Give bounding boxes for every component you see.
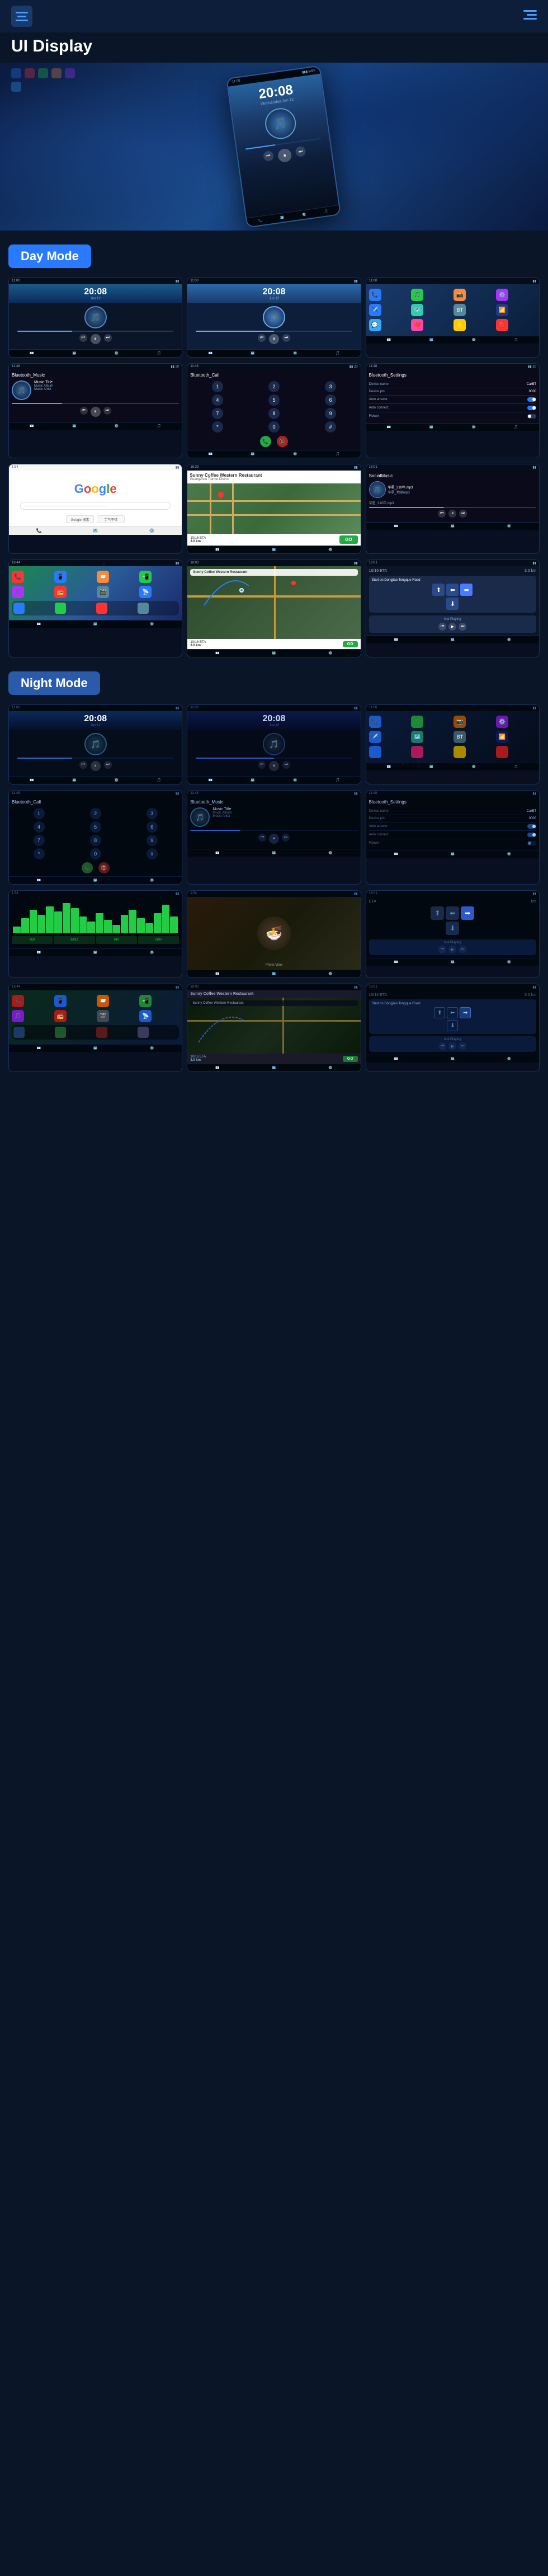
night-nav-map-card: 18:03▮▮ Sunny Coffee Western Restaurant … xyxy=(187,984,361,1072)
hero-section: 11:00▮▮▮ WiFi 20:08 Wednesday Jun 12 🎵 ⏮… xyxy=(0,63,548,231)
day-nav-route-card: 18:03▮▮ Sunny Coffee Western Restaurant … xyxy=(187,560,361,657)
night-bt-settings-card: 11:48▮▮ Bluetooth_Settings Device name C… xyxy=(366,790,540,885)
night-nav-arrows-card: 18:01▮▮ ETAkm ⬆ ⬅ ➡ ⬇ Not Playing ⏮ xyxy=(366,890,540,978)
night-row-3: 1:54▮▮ xyxy=(0,890,548,984)
day-appgrid-card: 11:00▮▮ 📞 🎵 📷 ⚙️ ✈️ 🗺️ BT 📶 💬 ❤️ ⭐ 🔴 xyxy=(366,278,540,358)
night-eq-card: 1:54▮▮ xyxy=(8,890,182,978)
header-logo-area xyxy=(11,6,32,27)
hamburger-menu[interactable] xyxy=(11,6,32,27)
night-bt-music-card: 11:48▮▮ Bluetooth_Music 🎵 Music Title Mu… xyxy=(187,790,361,885)
social-music-card: 18:01▮▮ SocialMusic 🎵 华星_310年.mp3 华星_地球m… xyxy=(366,464,540,554)
night-music-2-card: 11:00▮▮ 20:08 Jun 12 🎵 ⏮ ⏸ ⏭ 📧🗺️⚙️🎵 xyxy=(187,704,361,784)
page-title-text: UI Display xyxy=(11,37,92,55)
night-route-card: 18:01▮▮ 10/16 ETA3.0 km Start on Dongjia… xyxy=(366,984,540,1072)
day-row-4: 18:44▮▮ 📞 📱 📨 📲 🎵 📻 🎬 📡 xyxy=(0,560,548,663)
day-turn-card: 18:01▮▮ 10/16 ETA3.0 km Start on Dongjia… xyxy=(366,560,540,657)
night-mode-section: Night Mode xyxy=(0,666,548,704)
night-bt-call-card: 11:48▮▮ Bluetooth_Call 1 2 3 4 5 6 7 8 9… xyxy=(8,790,182,885)
day-row-3: 1:54▮▮ Google Google 搜索 手气不错 📞🗺️⚙️ 18:33… xyxy=(0,464,548,560)
page-title: UI Display xyxy=(0,32,548,63)
night-app-launcher-card: 18:44▮▮ 📞 📱 📨 📲 🎵 📻 🎬 📡 xyxy=(8,984,182,1072)
night-row-2: 11:48▮▮ Bluetooth_Call 1 2 3 4 5 6 7 8 9… xyxy=(0,790,548,890)
nav-map-card: 18:33▮▮ Sunny Coffee Western Restaurant … xyxy=(187,464,361,554)
day-app-launcher-card: 18:44▮▮ 📞 📱 📨 📲 🎵 📻 🎬 📡 xyxy=(8,560,182,657)
bt-music-card: 11:48▮▮ 20 Bluetooth_Music 🎵 Music Title… xyxy=(8,363,182,458)
day-mode-badge: Day Mode xyxy=(8,245,91,268)
night-row-4: 18:44▮▮ 📞 📱 📨 📲 🎵 📻 🎬 📡 xyxy=(0,984,548,1083)
bt-settings-card: 11:48▮▮ 20 Bluetooth_Settings Device nam… xyxy=(366,363,540,458)
day-row-2: 11:48▮▮ 20 Bluetooth_Music 🎵 Music Title… xyxy=(0,363,548,464)
night-food-card: 1:54▮▮ 🍜 Photo View 📧🗺️⚙️ xyxy=(187,890,361,978)
day-music-1-card: 11:00▮▮ 20:08 Jun 12 🎵 ⏮ ⏸ ⏭ 📧🗺️⚙️🎵 xyxy=(8,278,182,358)
night-row-1: 11:00▮▮ 20:08 Jun 12 🎵 ⏮ ⏸ ⏭ 📧🗺️⚙️🎵 11:0… xyxy=(0,704,548,790)
night-appgrid-card: 11:00▮▮ 📞 🎵 📷 ⚙️ ✈️ 🗺️ BT 📶 xyxy=(366,704,540,784)
bt-call-card: 11:48▮▮ 20 Bluetooth_Call 1 2 3 4 5 6 7 … xyxy=(187,363,361,458)
page-header xyxy=(0,0,548,32)
nav-lines-icon[interactable] xyxy=(523,10,537,23)
day-mode-section: Day Mode xyxy=(0,239,548,278)
night-mode-badge: Night Mode xyxy=(8,671,100,695)
day-row-1: 11:00▮▮ 20:08 Jun 12 🎵 ⏮ ⏸ ⏭ 📧🗺️⚙️🎵 11:0… xyxy=(0,278,548,363)
google-card: 1:54▮▮ Google Google 搜索 手气不错 📞🗺️⚙️ xyxy=(8,464,182,554)
day-music-2-card: 11:00▮▮ 20:08 Jun 12 🎵 ⏮ ⏸ ⏭ 📧🗺️⚙️🎵 xyxy=(187,278,361,358)
night-music-1-card: 11:00▮▮ 20:08 Jun 12 🎵 ⏮ ⏸ ⏭ 📧🗺️⚙️🎵 xyxy=(8,704,182,784)
